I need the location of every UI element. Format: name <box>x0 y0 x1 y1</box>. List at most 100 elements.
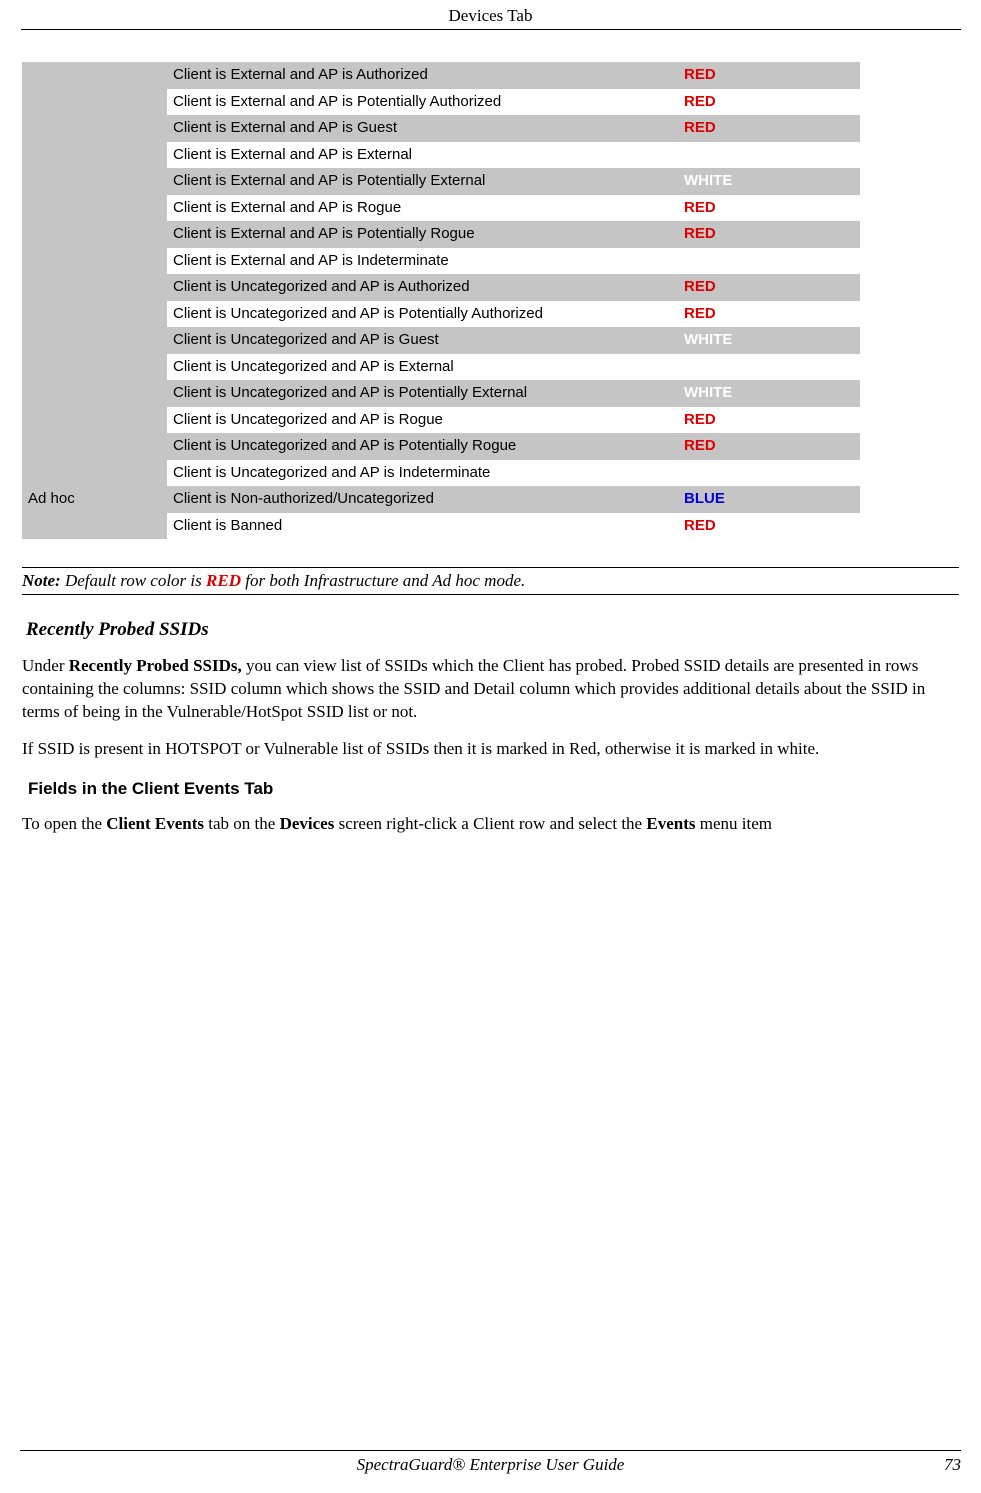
footer-left <box>20 1455 80 1475</box>
header-title: Devices Tab <box>449 6 533 25</box>
table-row: Client is External and AP is Rogue RED <box>22 195 860 222</box>
desc-cell: Client is Banned <box>167 513 678 540</box>
mode-cell <box>22 327 167 354</box>
page-content: Client is External and AP is Authorized R… <box>0 30 981 836</box>
mode-cell <box>22 301 167 328</box>
color-table: Client is External and AP is Authorized R… <box>22 62 860 539</box>
table-row: Client is External and AP is Authorized R… <box>22 62 860 89</box>
table-row: Client is Uncategorized and AP is GuestW… <box>22 327 860 354</box>
tag-cell: RED <box>678 115 860 142</box>
desc-cell: Client is Uncategorized and AP is Potent… <box>167 301 678 328</box>
desc-cell: Client is External and AP is External <box>167 142 678 169</box>
note-label: Note: <box>22 571 61 590</box>
color-tag: WHITE <box>684 384 732 401</box>
tag-cell: WHITE <box>678 168 860 195</box>
desc-cell: Client is Uncategorized and AP is Guest <box>167 327 678 354</box>
desc-cell: Client is External and AP is Authorized <box>167 62 678 89</box>
desc-cell: Client is Uncategorized and AP is Potent… <box>167 433 678 460</box>
color-tag: RED <box>684 199 716 216</box>
mode-cell <box>22 354 167 381</box>
mode-cell <box>22 142 167 169</box>
tag-cell: BLUE <box>678 486 860 513</box>
mode-cell <box>22 62 167 89</box>
color-tag: WHITE <box>684 172 732 189</box>
tag-cell: WHITE <box>678 327 860 354</box>
recently-probed-heading: Recently Probed SSIDs <box>26 619 961 641</box>
table-row: Client is Uncategorized and AP is Author… <box>22 274 860 301</box>
client-events-para: To open the Client Events tab on the Dev… <box>22 813 959 836</box>
color-tag: RED <box>684 437 716 454</box>
tag-cell: WHITE <box>678 460 860 487</box>
tag-cell: WHITE <box>678 354 860 381</box>
tag-cell: RED <box>678 195 860 222</box>
desc-cell: Client is External and AP is Potentially… <box>167 168 678 195</box>
tag-cell: RED <box>678 221 860 248</box>
mode-cell <box>22 274 167 301</box>
desc-cell: Client is External and AP is Indetermina… <box>167 248 678 275</box>
tag-cell: RED <box>678 513 860 540</box>
note-text-2: for both Infrastructure and Ad hoc mode. <box>241 571 525 590</box>
color-tag: WHITE <box>684 358 732 375</box>
mode-cell <box>22 380 167 407</box>
p3-a: To open the <box>22 814 106 833</box>
tag-cell: RED <box>678 301 860 328</box>
desc-cell: Client is Uncategorized and AP is Indete… <box>167 460 678 487</box>
mode-cell: Ad hoc <box>22 486 167 513</box>
table-row: Client is BannedRED <box>22 513 860 540</box>
mode-cell <box>22 433 167 460</box>
color-tag: RED <box>684 66 716 83</box>
p3-e: screen right-click a Client row and sele… <box>334 814 646 833</box>
tag-cell: RED <box>678 274 860 301</box>
note-red: RED <box>206 571 241 590</box>
table-row: Client is Uncategorized and AP is Potent… <box>22 433 860 460</box>
table-row: Client is Uncategorized and AP is Rogue R… <box>22 407 860 434</box>
page-footer: SpectraGuard® Enterprise User Guide 73 <box>20 1450 961 1475</box>
color-tag: RED <box>684 93 716 110</box>
table-row: Client is External and AP is Guest RED <box>22 115 860 142</box>
tag-cell: RED <box>678 433 860 460</box>
table-row: Ad hocClient is Non-authorized/Uncategor… <box>22 486 860 513</box>
page-header: Devices Tab <box>21 0 961 30</box>
tag-cell: RED <box>678 89 860 116</box>
mode-cell <box>22 89 167 116</box>
color-tag: WHITE <box>684 146 732 163</box>
note-block: Note: Default row color is RED for both … <box>22 567 959 595</box>
color-tag: RED <box>684 119 716 136</box>
desc-cell: Client is External and AP is Rogue <box>167 195 678 222</box>
tag-cell: RED <box>678 62 860 89</box>
note-text-1: Default row color is <box>61 571 206 590</box>
color-tag: RED <box>684 305 716 322</box>
table-row: Client is External and AP is Potentially… <box>22 221 860 248</box>
para1-bold: Recently Probed SSIDs, <box>69 656 242 675</box>
tag-cell: RED <box>678 407 860 434</box>
p3-c: tab on the <box>204 814 280 833</box>
table-row: Client is Uncategorized and AP is Indete… <box>22 460 860 487</box>
footer-title: SpectraGuard® Enterprise User Guide <box>80 1455 901 1475</box>
color-tag: WHITE <box>684 252 732 269</box>
table-row: Client is External and AP is Potentially… <box>22 168 860 195</box>
recently-probed-para-2: If SSID is present in HOTSPOT or Vulnera… <box>22 738 959 761</box>
table-row: Client is External and AP is External WHI… <box>22 142 860 169</box>
recently-probed-para-1: Under Recently Probed SSIDs, you can vie… <box>22 655 959 724</box>
p3-f: Events <box>646 814 695 833</box>
desc-cell: Client is Uncategorized and AP is Extern… <box>167 354 678 381</box>
p3-g: menu item <box>695 814 771 833</box>
color-tag: RED <box>684 411 716 428</box>
para1-prefix: Under <box>22 656 69 675</box>
table-row: Client is Uncategorized and AP is Extern… <box>22 354 860 381</box>
desc-cell: Client is External and AP is Potentially… <box>167 221 678 248</box>
table-row: Client is External and AP is Indetermina… <box>22 248 860 275</box>
color-tag: WHITE <box>684 464 732 481</box>
desc-cell: Client is Uncategorized and AP is Author… <box>167 274 678 301</box>
fields-heading: Fields in the Client Events Tab <box>28 779 961 799</box>
desc-cell: Client is Uncategorized and AP is Rogue <box>167 407 678 434</box>
tag-cell: WHITE <box>678 248 860 275</box>
desc-cell: Client is External and AP is Guest <box>167 115 678 142</box>
mode-cell <box>22 460 167 487</box>
desc-cell: Client is Non-authorized/Uncategorized <box>167 486 678 513</box>
color-tag: RED <box>684 278 716 295</box>
tag-cell: WHITE <box>678 380 860 407</box>
mode-cell <box>22 513 167 540</box>
desc-cell: Client is External and AP is Potentially… <box>167 89 678 116</box>
table-row: Client is Uncategorized and AP is Potent… <box>22 301 860 328</box>
